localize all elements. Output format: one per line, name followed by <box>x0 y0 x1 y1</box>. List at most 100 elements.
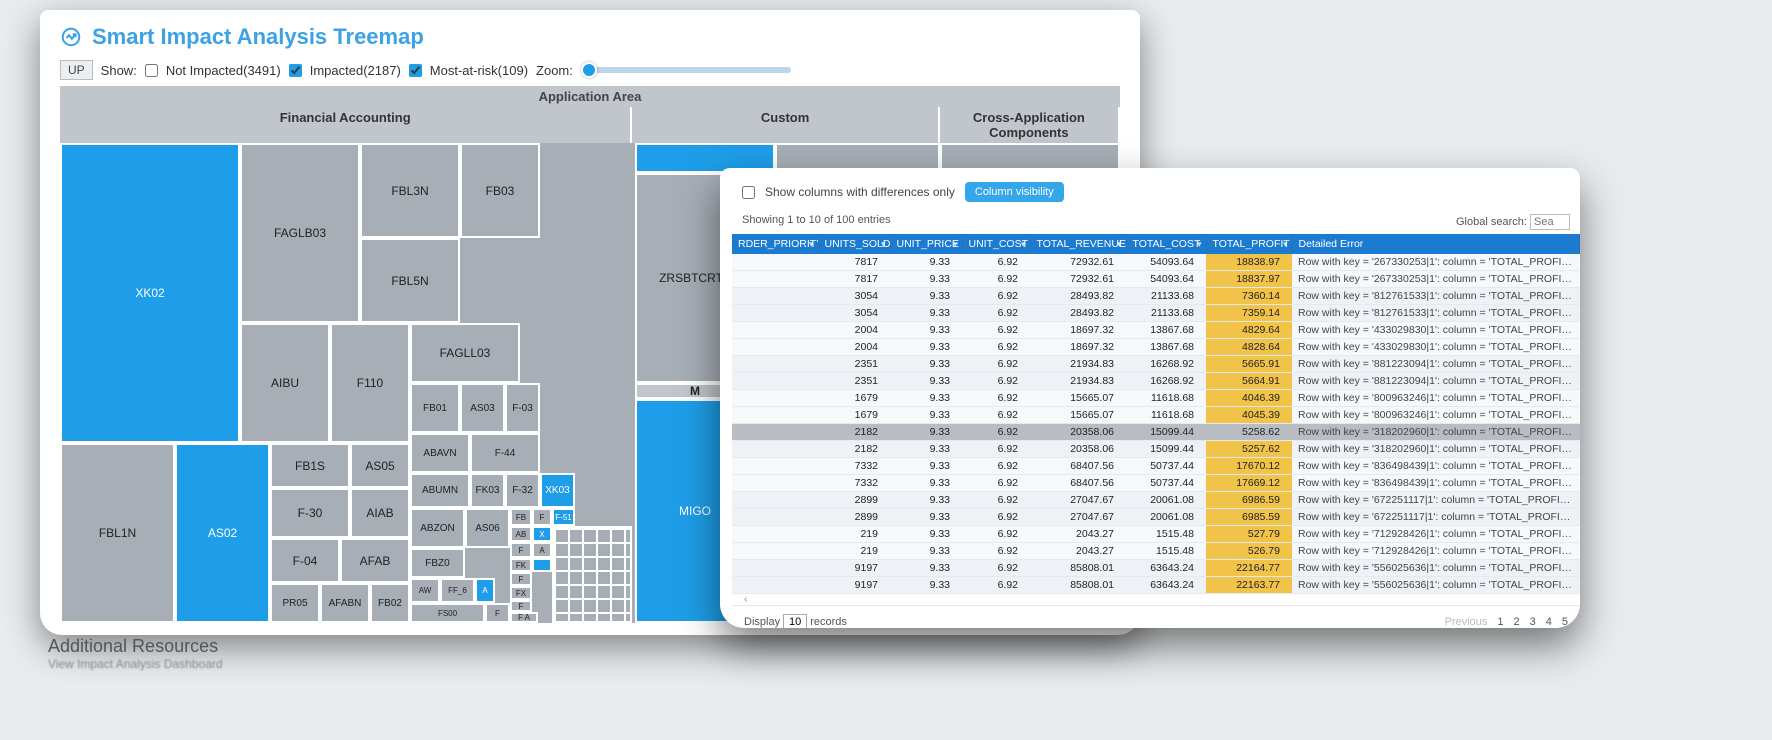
cell-fbz0[interactable]: FBZ0 <box>410 548 465 578</box>
cell-fb[interactable]: FB <box>510 508 532 526</box>
table-row[interactable]: 23519.336.9221934.8316268.925664.91Row w… <box>732 373 1580 390</box>
cell-f-a[interactable]: F <box>510 542 532 558</box>
cell-as06[interactable]: AS06 <box>465 508 510 548</box>
cell-ff6[interactable]: FF_6 <box>440 578 475 603</box>
impacted-checkbox[interactable] <box>289 64 302 77</box>
table-row[interactable]: 91979.336.9285808.0163643.2422163.77Row … <box>732 577 1580 594</box>
cell-f3[interactable]: F <box>510 600 532 612</box>
page-3[interactable]: 3 <box>1530 616 1536 628</box>
analysis-logo-icon <box>60 26 82 48</box>
cell-fx[interactable]: FX <box>510 586 532 600</box>
cell-fbl3n[interactable]: FBL3N <box>360 143 460 238</box>
table-body: 78179.336.9272932.6154093.6418838.97Row … <box>732 254 1580 594</box>
table-row[interactable]: 20049.336.9218697.3213867.684829.64Row w… <box>732 322 1580 339</box>
cell-fk[interactable]: FK <box>510 558 532 572</box>
cell-afab[interactable]: AFAB <box>340 538 410 583</box>
cell-xk03[interactable]: XK03 <box>540 473 575 508</box>
table-row[interactable]: 78179.336.9272932.6154093.6418838.97Row … <box>732 254 1580 271</box>
table-row[interactable]: 30549.336.9228493.8221133.687360.14Row w… <box>732 288 1580 305</box>
cell-f04[interactable]: F-04 <box>270 538 340 583</box>
cell-abavn[interactable]: ABAVN <box>410 433 470 473</box>
page-5[interactable]: 5 <box>1562 616 1568 628</box>
cell-fa[interactable]: F A <box>510 612 538 623</box>
table-row[interactable]: 21829.336.9220358.0615099.445258.62Row w… <box>732 424 1580 441</box>
cell-fb01[interactable]: FB01 <box>410 383 460 433</box>
table-row[interactable]: 2199.336.922043.271515.48526.79Row with … <box>732 543 1580 560</box>
cell-afabn[interactable]: AFABN <box>320 583 370 623</box>
table-row[interactable]: 28999.336.9227047.6720061.086985.59Row w… <box>732 509 1580 526</box>
th-detailed-error[interactable]: Detailed Error <box>1292 234 1580 254</box>
cell-a[interactable]: A <box>475 578 495 603</box>
page-1[interactable]: 1 <box>1497 616 1503 628</box>
cell-as03[interactable]: AS03 <box>460 383 505 433</box>
zoom-label: Zoom: <box>536 63 573 78</box>
table-row[interactable]: 30549.336.9228493.8221133.687359.14Row w… <box>732 305 1580 322</box>
cell-as02[interactable]: AS02 <box>175 443 270 623</box>
cell-f03[interactable]: F-03 <box>505 383 540 433</box>
cell-fb02[interactable]: FB02 <box>370 583 410 623</box>
cell-f110[interactable]: F110 <box>330 323 410 443</box>
table-row[interactable]: 28999.336.9227047.6720061.086986.59Row w… <box>732 492 1580 509</box>
cell-abumn[interactable]: ABUMN <box>410 473 470 508</box>
cell-aibu[interactable]: AIBU <box>240 323 330 443</box>
most-at-risk-label: Most-at-risk(109) <box>430 63 528 78</box>
cell-fagll03[interactable]: FAGLL03 <box>410 323 520 383</box>
show-diffs-checkbox[interactable] <box>742 186 755 199</box>
global-search-input[interactable] <box>1530 214 1570 230</box>
th-total-revenue[interactable]: TOTAL_REVENUE▾ <box>1030 234 1126 254</box>
cell-aw[interactable]: AW <box>410 578 440 603</box>
up-button[interactable]: UP <box>60 60 93 80</box>
zoom-slider[interactable] <box>581 67 791 73</box>
cell-f2[interactable]: F <box>510 572 532 586</box>
table-row[interactable]: 20049.336.9218697.3213867.684828.64Row w… <box>732 339 1580 356</box>
treemap-controls: UP Show: Not Impacted(3491) Impacted(218… <box>40 56 1140 86</box>
table-row[interactable]: 2199.336.922043.271515.48527.79Row with … <box>732 526 1580 543</box>
table-row[interactable]: 91979.336.9285808.0163643.2422164.77Row … <box>732 560 1580 577</box>
table-row[interactable]: 23519.336.9221934.8316268.925665.91Row w… <box>732 356 1580 373</box>
cell-f44[interactable]: F-44 <box>470 433 540 473</box>
cell-x[interactable]: X <box>532 526 552 542</box>
th-order-priority[interactable]: RDER_PRIORITY▾ <box>732 234 818 254</box>
cell-fbl1n[interactable]: FBL1N <box>60 443 175 623</box>
sort-icon: ▾ <box>809 239 814 250</box>
table-row[interactable]: 73329.336.9268407.5650737.4417670.12Row … <box>732 458 1580 475</box>
page-2[interactable]: 2 <box>1514 616 1520 628</box>
table-row[interactable]: 73329.336.9268407.5650737.4417669.12Row … <box>732 475 1580 492</box>
cell-fs00[interactable]: FS00 <box>410 603 485 623</box>
th-unit-cost[interactable]: UNIT_COST▾ <box>962 234 1030 254</box>
cell-abzon[interactable]: ABZON <box>410 508 465 548</box>
cell-f30[interactable]: F-30 <box>270 488 350 538</box>
cell-a2[interactable]: A <box>532 542 552 558</box>
cell-fk03[interactable]: FK03 <box>470 473 505 508</box>
th-total-cost[interactable]: TOTAL_COST▾ <box>1126 234 1206 254</box>
pagination: Previous 1 2 3 4 5 <box>1445 616 1568 628</box>
th-total-profit[interactable]: TOTAL_PROFIT▾ <box>1206 234 1292 254</box>
display-count-input[interactable] <box>783 614 807 628</box>
cell-microgrid[interactable] <box>552 526 632 623</box>
cell-fz[interactable]: F <box>532 508 552 526</box>
cell-ab[interactable]: AB <box>510 526 532 542</box>
table-row[interactable]: 16799.336.9215665.0711618.684046.39Row w… <box>732 390 1580 407</box>
cell-fb1s[interactable]: FB1S <box>270 443 350 488</box>
cell-f32[interactable]: F-32 <box>505 473 540 508</box>
cell-fbl5n[interactable]: FBL5N <box>360 238 460 323</box>
cell-aiab[interactable]: AIAB <box>350 488 410 538</box>
table-row[interactable]: 78179.336.9272932.6154093.6418837.97Row … <box>732 271 1580 288</box>
cell-f51[interactable]: F-51 <box>552 508 575 526</box>
not-impacted-checkbox[interactable] <box>145 64 158 77</box>
cell-f1[interactable]: F <box>485 603 510 623</box>
page-4[interactable]: 4 <box>1546 616 1552 628</box>
th-units-sold[interactable]: UNITS_SOLD▾ <box>818 234 890 254</box>
th-unit-price[interactable]: UNIT_PRICE▾ <box>890 234 962 254</box>
prev-page[interactable]: Previous <box>1445 616 1488 628</box>
cell-pr05[interactable]: PR05 <box>270 583 320 623</box>
cell-faglb03[interactable]: FAGLB03 <box>240 143 360 323</box>
cell-as05[interactable]: AS05 <box>350 443 410 488</box>
most-at-risk-checkbox[interactable] <box>409 64 422 77</box>
cell-xk02[interactable]: XK02 <box>60 143 240 443</box>
cell-fb03[interactable]: FB03 <box>460 143 540 238</box>
cell-b1[interactable] <box>532 558 552 572</box>
table-row[interactable]: 16799.336.9215665.0711618.684045.39Row w… <box>732 407 1580 424</box>
table-row[interactable]: 21829.336.9220358.0615099.445257.62Row w… <box>732 441 1580 458</box>
column-visibility-button[interactable]: Column visibility <box>965 182 1064 202</box>
